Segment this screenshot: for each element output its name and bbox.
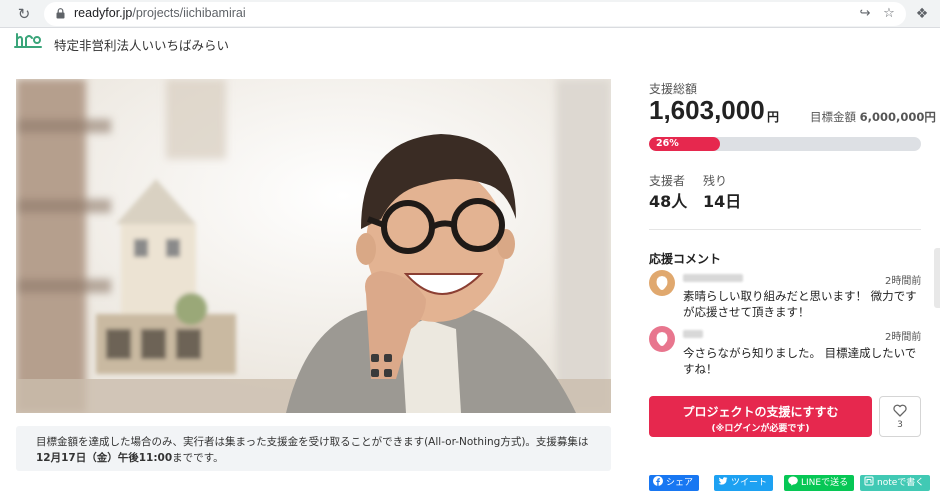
line-share-label: LINEで送る (801, 478, 849, 488)
note-share-button[interactable]: noteで書く (860, 475, 931, 491)
reload-icon[interactable]: ↻ (14, 4, 34, 24)
twitter-share-label: ツイート (731, 478, 768, 488)
note-icon (864, 476, 874, 486)
notice-deadline: 12月17日（金）午後11:00 (36, 452, 173, 464)
divider (649, 229, 921, 230)
avatar-icon (649, 270, 675, 296)
comment-author-blurred (683, 274, 743, 282)
comment-author-blurred (683, 330, 703, 338)
address-bar[interactable]: readyfor.jp/projects/iichibamirai ↪ ☆ (44, 2, 906, 26)
goal-amount: 目標金額 6,000,000円 (810, 109, 936, 125)
notice-text: 目標金額を達成した場合のみ、実行者は集まった支援金を受け取ることができます(Al… (36, 436, 589, 448)
avatar[interactable] (649, 270, 675, 296)
facebook-share-button[interactable]: シェア (649, 475, 700, 491)
like-button[interactable]: 3 (879, 396, 921, 437)
remaining-value: 14日 (703, 192, 742, 211)
lock-icon (56, 8, 65, 19)
support-button-sublabel: (※ログインが必要です) (711, 424, 810, 434)
all-or-nothing-notice: 目標金額を達成した場合のみ、実行者は集まった支援金を受け取ることができます(Al… (16, 426, 611, 471)
avatar-icon (649, 326, 675, 352)
remaining-label: 残り (703, 174, 728, 188)
share-page-icon[interactable]: ↪ (856, 6, 874, 22)
browser-toolbar: ↻ readyfor.jp/projects/iichibamirai ↪ ☆ … (0, 0, 940, 28)
facebook-icon (653, 476, 663, 486)
supporters-label: 支援者 (649, 174, 686, 188)
bookmark-star-icon[interactable]: ☆ (880, 6, 898, 22)
total-amount: 1,603,000 (649, 95, 765, 125)
comment-time: 2時間前 (885, 276, 922, 287)
goal-label: 目標金額 (810, 110, 856, 124)
progress-label: 26% (656, 138, 679, 149)
heart-icon (893, 404, 907, 417)
comment-time: 2時間前 (885, 332, 922, 343)
url-text: readyfor.jp/projects/iichibamirai (74, 6, 246, 20)
org-logo[interactable] (14, 30, 42, 50)
comments-title: 応援コメント (649, 252, 722, 266)
url-path: /projects/iichibamirai (132, 6, 246, 20)
support-button-label: プロジェクトの支援にすすむ (682, 405, 839, 419)
org-name[interactable]: 特定非営利法人いいちばみらい (54, 35, 229, 54)
avatar[interactable] (649, 326, 675, 352)
project-hero-image (16, 79, 611, 413)
supporters-value: 48人 (649, 192, 688, 211)
comment-text: 素晴らしい取り組みだと思います！ 微力ですが応援させて頂きます！ (683, 289, 917, 319)
twitter-share-button[interactable]: ツイート (714, 475, 774, 491)
twitter-bird-icon (718, 477, 728, 485)
like-count: 3 (897, 420, 903, 430)
url-host: readyfor.jp (74, 6, 133, 20)
progress-bar: 26% (649, 137, 921, 151)
line-share-button[interactable]: LINEで送る (784, 475, 855, 491)
facebook-share-label: シェア (666, 478, 694, 488)
support-project-button[interactable]: プロジェクトの支援にすすむ (※ログインが必要です) (649, 396, 872, 437)
scrollbar[interactable] (934, 248, 940, 308)
extensions-icon[interactable]: ❖ (912, 4, 932, 24)
hero-illustration (16, 79, 611, 413)
line-icon (788, 476, 798, 486)
total-unit: 円 (767, 110, 780, 124)
notice-text-end: までです。 (172, 452, 224, 464)
comment-text: 今さらながら知りました。 目標達成したいですね！ (683, 346, 917, 376)
note-share-label: noteで書く (877, 478, 925, 488)
goal-value: 6,000,000円 (859, 110, 936, 124)
